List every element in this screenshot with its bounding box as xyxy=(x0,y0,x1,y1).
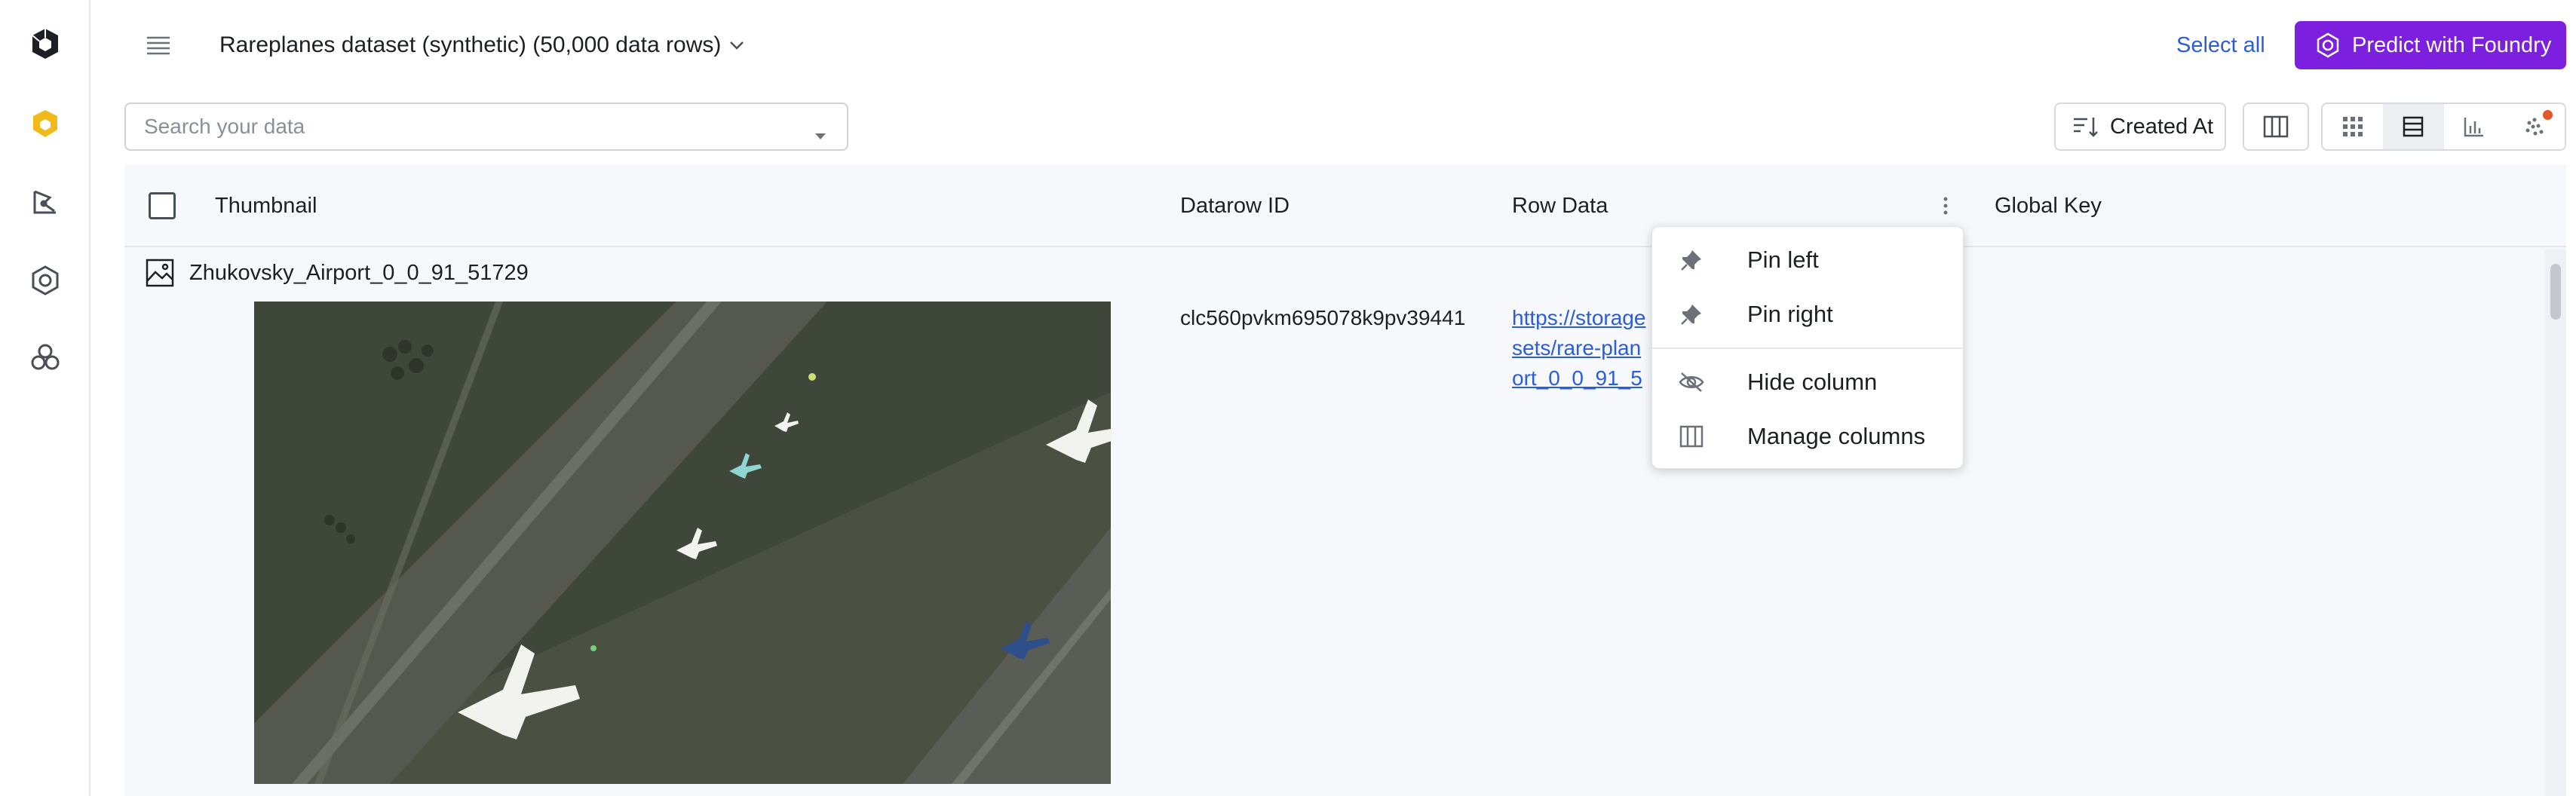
menu-item-label: Hide column xyxy=(1747,369,1878,395)
column-header-thumbnail[interactable]: Thumbnail xyxy=(215,164,317,247)
sort-button[interactable]: Created At xyxy=(2054,103,2226,151)
sort-icon xyxy=(2074,118,2098,137)
grid-view-icon xyxy=(2343,117,2363,136)
data-row-name: Zhukovsky_Airport_0_0_91_51729 xyxy=(189,260,529,285)
select-all-checkbox[interactable] xyxy=(149,192,176,219)
chart-view-icon xyxy=(2464,118,2483,137)
cluster-view-button[interactable] xyxy=(2504,104,2565,149)
table-row-title[interactable]: Zhukovsky_Airport_0_0_91_51729 xyxy=(146,256,529,289)
left-nav-rail xyxy=(0,0,90,796)
chart-view-button[interactable] xyxy=(2444,104,2504,149)
data-row-thumbnail[interactable] xyxy=(254,302,1111,784)
dataset-selector[interactable]: Rareplanes dataset (synthetic) (50,000 d… xyxy=(219,30,745,60)
columns-icon xyxy=(2263,115,2289,138)
list-view-icon xyxy=(2403,116,2424,137)
dataset-title: Rareplanes dataset (synthetic) (50,000 d… xyxy=(219,32,722,57)
kebab-icon[interactable] xyxy=(1933,193,1958,219)
eye-off-icon xyxy=(1678,369,1705,396)
caret-down-icon[interactable] xyxy=(814,122,827,146)
menu-separator xyxy=(1652,347,1963,349)
cluster-view-icon xyxy=(2525,118,2544,136)
select-all-link[interactable]: Select all xyxy=(2176,30,2265,60)
column-context-menu: Pin left Pin right Hide column Manage co… xyxy=(1651,226,1964,469)
pin-icon xyxy=(1678,246,1705,274)
sort-label: Created At xyxy=(2110,114,2214,139)
menu-item-label: Manage columns xyxy=(1747,423,1926,449)
chevron-down-icon xyxy=(728,40,745,51)
model-icon[interactable] xyxy=(26,261,65,300)
predict-button-label: Predict with Foundry xyxy=(2352,32,2552,57)
pin-icon xyxy=(1678,301,1705,328)
catalog-icon[interactable] xyxy=(26,104,65,143)
hamburger-icon[interactable] xyxy=(140,27,176,63)
predict-with-foundry-button[interactable]: Predict with Foundry xyxy=(2295,21,2566,69)
menu-item-label: Pin right xyxy=(1747,301,1833,327)
scrollbar-thumb[interactable] xyxy=(2550,264,2561,320)
vertical-scrollbar[interactable] xyxy=(2545,249,2566,796)
menu-item-manage-columns[interactable]: Manage columns xyxy=(1652,409,1963,464)
column-header-row-data[interactable]: Row Data xyxy=(1512,164,1608,247)
logo-icon[interactable] xyxy=(26,24,65,63)
view-mode-switcher xyxy=(2321,103,2566,151)
data-table: Thumbnail Datarow ID Row Data Global Key… xyxy=(124,164,2566,796)
columns-button[interactable] xyxy=(2243,103,2309,151)
column-header-global-key[interactable]: Global Key xyxy=(1995,164,2102,247)
table-header: Thumbnail Datarow ID Row Data Global Key xyxy=(124,164,2566,247)
list-view-button[interactable] xyxy=(2383,104,2444,149)
menu-item-hide-column[interactable]: Hide column xyxy=(1652,355,1963,409)
menu-item-pin-right[interactable]: Pin right xyxy=(1652,287,1963,341)
columns-icon xyxy=(1678,423,1705,450)
search-input[interactable]: Search your data xyxy=(124,103,848,151)
foundry-icon[interactable] xyxy=(26,338,65,377)
foundry-icon xyxy=(2317,32,2339,58)
image-icon xyxy=(146,259,174,287)
annotate-icon[interactable] xyxy=(26,182,65,222)
column-header-datarow-id[interactable]: Datarow ID xyxy=(1180,164,1290,247)
datarow-id-cell: clc560pvkm695078k9pv39441 xyxy=(1180,306,1466,329)
notification-dot xyxy=(2543,110,2553,120)
menu-item-pin-left[interactable]: Pin left xyxy=(1652,233,1963,287)
grid-view-button[interactable] xyxy=(2323,104,2383,149)
search-placeholder: Search your data xyxy=(144,115,305,138)
menu-item-label: Pin left xyxy=(1747,246,1819,273)
